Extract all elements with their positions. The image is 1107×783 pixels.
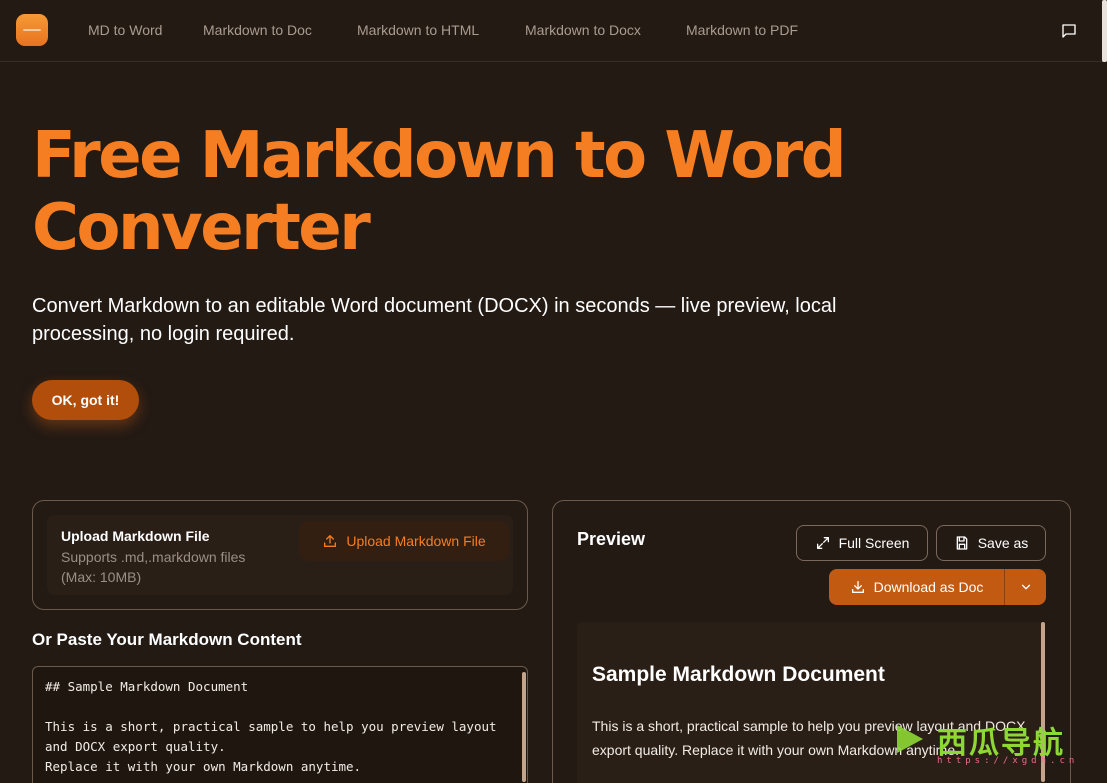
download-label: Download as Doc <box>873 579 984 595</box>
upload-card: Upload Markdown File Supports .md,.markd… <box>32 500 528 610</box>
full-screen-label: Full Screen <box>838 535 910 551</box>
download-as-doc-button[interactable]: Download as Doc <box>829 569 1004 605</box>
markdown-editor[interactable]: ## Sample Markdown Document This is a sh… <box>32 666 528 783</box>
hero-title: Free Markdown to Word Converter <box>32 120 932 264</box>
save-disk-icon <box>956 536 968 550</box>
expand-icon <box>816 537 829 549</box>
paste-section-title: Or Paste Your Markdown Content <box>32 630 302 649</box>
chevron-down-icon <box>1021 584 1030 590</box>
page-scrollbar-thumb[interactable] <box>1102 0 1107 62</box>
nav-link-markdown-to-doc[interactable]: Markdown to Doc <box>203 22 312 38</box>
nav-link-markdown-to-docx[interactable]: Markdown to Docx <box>525 22 641 38</box>
upload-file-button[interactable]: Upload Markdown File <box>299 521 509 561</box>
app-logo[interactable] <box>16 14 48 46</box>
top-navbar: MD to Word Markdown to Doc Markdown to H… <box>0 0 1107 62</box>
feedback-chat-icon[interactable] <box>1060 22 1078 40</box>
upload-button-label: Upload Markdown File <box>346 533 486 549</box>
download-icon <box>851 581 864 593</box>
hero-title-line2: Converter <box>32 191 371 265</box>
nav-link-md-to-word[interactable]: MD to Word <box>88 22 162 38</box>
preview-title: Preview <box>577 529 646 549</box>
download-options-dropdown[interactable] <box>1005 569 1046 605</box>
editor-scrollbar[interactable] <box>522 672 526 782</box>
save-as-button[interactable]: Save as <box>936 525 1046 561</box>
watermark: 西瓜导航 https://xgdh.cn <box>893 718 1093 778</box>
upload-icon <box>324 535 337 547</box>
watermark-url: https://xgdh.cn <box>937 756 1079 766</box>
download-button-group: Download as Doc <box>829 569 1046 605</box>
upload-title: Upload Markdown File <box>61 528 210 544</box>
full-screen-button[interactable]: Full Screen <box>796 525 928 561</box>
watermark-play-icon <box>897 725 923 753</box>
upload-hint: Supports .md,.markdown files (Max: 10MB) <box>61 549 246 585</box>
save-as-label: Save as <box>977 535 1029 551</box>
nav-link-markdown-to-html[interactable]: Markdown to HTML <box>357 22 479 38</box>
nav-link-markdown-to-pdf[interactable]: Markdown to PDF <box>686 22 798 38</box>
preview-doc-heading: Sample Markdown Document <box>592 663 885 686</box>
ok-got-it-button[interactable]: OK, got it! <box>32 380 139 420</box>
hero-title-line1: Free Markdown to Word <box>32 119 847 193</box>
hero-subtitle: Convert Markdown to an editable Word doc… <box>32 295 837 345</box>
